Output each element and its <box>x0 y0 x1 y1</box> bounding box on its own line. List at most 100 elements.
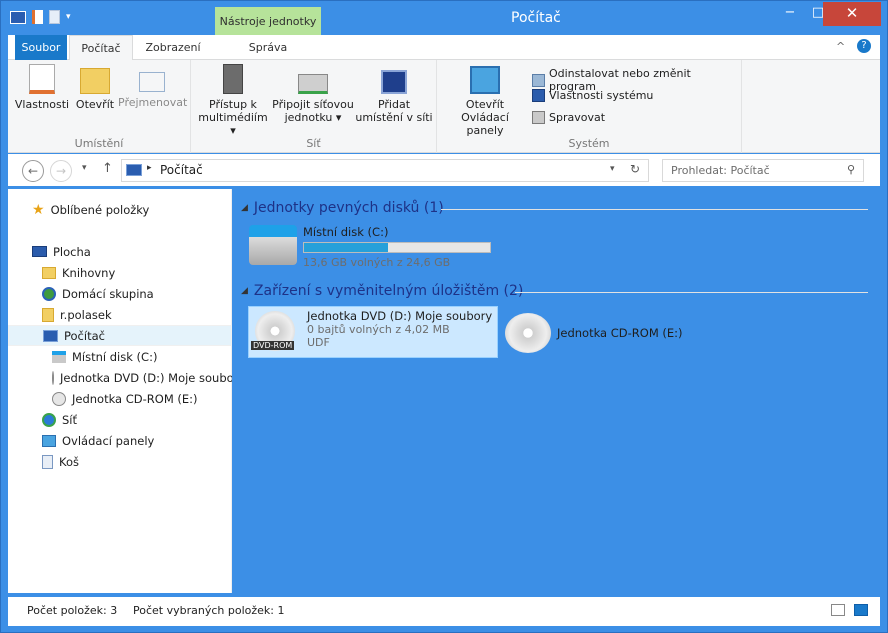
drive-name: Jednotka CD-ROM (E:) <box>557 326 683 340</box>
control-panel-button[interactable]: Otevřít Ovládací panely <box>441 64 529 137</box>
drive-item-cdrom[interactable]: Jednotka CD-ROM (E:) <box>505 311 705 355</box>
up-button[interactable]: ↑ <box>102 161 113 176</box>
selected-count: Počet vybraných položek: 1 <box>133 604 285 617</box>
network-drive-icon <box>298 74 328 94</box>
collapse-ribbon-icon[interactable]: ^ <box>836 40 845 53</box>
rename-icon <box>139 72 165 92</box>
nav-dvd[interactable]: Jednotka DVD (D:) Moje soubory <box>8 367 232 388</box>
control-panel-icon <box>470 66 500 94</box>
drive-name: Jednotka DVD (D:) Moje soubory <box>307 309 493 323</box>
libraries-icon <box>42 266 56 279</box>
window-title: Počítač <box>511 10 561 26</box>
windows-drive-icon <box>52 350 66 363</box>
nav-desktop[interactable]: Plocha <box>8 241 232 262</box>
dvd-drive-icon <box>52 370 54 385</box>
properties-icon[interactable] <box>32 10 43 24</box>
group-header-removable[interactable]: ◢ Zařízení s vyměnitelným úložištěm (2) <box>241 283 523 299</box>
new-folder-icon[interactable] <box>49 10 60 24</box>
system-properties-button[interactable]: Vlastnosti systému <box>532 89 653 102</box>
group-divider <box>441 209 868 210</box>
programs-icon <box>532 73 545 87</box>
title-bar: ▾ Nástroje jednotky Počítač − □ ✕ <box>1 1 887 35</box>
item-count: Počet položek: 3 <box>27 604 118 617</box>
quick-access-toolbar: ▾ <box>10 10 71 24</box>
help-icon[interactable]: ? <box>857 39 871 53</box>
ribbon: Vlastnosti Otevřít Přejmenovat Umístění … <box>8 60 880 153</box>
minimize-button[interactable]: − <box>776 5 804 25</box>
tab-file[interactable]: Soubor <box>15 35 67 60</box>
tab-computer[interactable]: Počítač <box>69 35 133 61</box>
drive-name: Místní disk (C:) <box>303 225 389 239</box>
drive-item-dvd[interactable]: DVD-ROM Jednotka DVD (D:) Moje soubory 0… <box>248 306 498 358</box>
collapse-group-icon[interactable]: ◢ <box>241 203 248 213</box>
nav-network[interactable]: Síť <box>8 409 232 430</box>
group-label-system: Systém <box>568 137 610 150</box>
computer-icon[interactable] <box>10 10 26 24</box>
star-icon: ★ <box>32 201 45 218</box>
collapse-group-icon[interactable]: ◢ <box>241 286 248 296</box>
content-pane: ◢ Jednotky pevných disků (1) Místní disk… <box>233 189 880 593</box>
recycle-bin-icon <box>42 454 53 469</box>
breadcrumb-separator-icon: ▸ <box>147 163 152 173</box>
large-icons-view-icon[interactable] <box>854 604 868 616</box>
cdrom-drive-icon <box>505 313 551 353</box>
properties-icon <box>29 64 55 94</box>
group-label-network: Síť <box>306 137 321 150</box>
drive-item-c[interactable]: Místní disk (C:) 13,6 GB volných z 24,6 … <box>249 225 509 273</box>
manage-icon <box>532 111 545 124</box>
map-drive-button[interactable]: Připojit síťovou jednotku ▾ <box>271 64 355 124</box>
drive-free-space: 13,6 GB volných z 24,6 GB <box>303 256 451 269</box>
nav-homegroup[interactable]: Domácí skupina <box>8 283 232 304</box>
nav-control-panel[interactable]: Ovládací panely <box>8 430 232 451</box>
media-access-button[interactable]: Přístup k multimédiím ▾ <box>194 64 272 137</box>
group-header-hdd[interactable]: ◢ Jednotky pevných disků (1) <box>241 200 444 216</box>
search-icon[interactable]: ⚲ <box>847 163 855 176</box>
nav-cdrom[interactable]: Jednotka CD-ROM (E:) <box>8 388 232 409</box>
refresh-icon[interactable]: ↻ <box>630 162 640 176</box>
navigation-pane: ★ Oblíbené položky Plocha Knihovny Domác… <box>8 189 232 593</box>
drive-filesystem: UDF <box>307 336 330 349</box>
nav-libraries[interactable]: Knihovny <box>8 262 232 283</box>
cdrom-drive-icon <box>52 391 66 406</box>
explorer-window: ▾ Nástroje jednotky Počítač − □ ✕ Soubor… <box>0 0 888 633</box>
nav-disk-c[interactable]: Místní disk (C:) <box>8 346 232 367</box>
details-view-icon[interactable] <box>831 604 845 616</box>
nav-computer[interactable]: Počítač <box>8 325 232 346</box>
group-divider <box>515 292 868 293</box>
folder-open-icon <box>80 68 110 94</box>
homegroup-icon <box>42 286 56 301</box>
breadcrumb-computer[interactable]: Počítač <box>160 163 203 177</box>
nav-favorites[interactable]: ★ Oblíbené položky <box>8 199 232 220</box>
search-input[interactable]: Prohledat: Počítač ⚲ <box>662 159 864 182</box>
group-label-location: Umístění <box>74 137 124 150</box>
address-dropdown-icon[interactable]: ▾ <box>610 164 615 174</box>
tab-view[interactable]: Zobrazení <box>136 35 210 60</box>
chevron-down-icon[interactable]: ▾ <box>66 12 71 22</box>
media-server-icon <box>223 64 243 94</box>
recent-locations-chevron-icon[interactable]: ▾ <box>82 163 87 173</box>
add-network-location-button[interactable]: Přidat umístění v síti <box>355 64 433 124</box>
dvd-drive-icon: DVD-ROM <box>251 309 301 355</box>
computer-icon <box>126 164 142 176</box>
chevron-down-icon: ▾ <box>332 111 342 124</box>
properties-button[interactable]: Vlastnosti <box>12 64 72 111</box>
manage-button[interactable]: Spravovat <box>532 111 605 124</box>
forward-button[interactable]: → <box>50 160 72 182</box>
back-button[interactable]: ← <box>22 160 44 182</box>
address-box[interactable]: ▸ Počítač ▾ ↻ <box>121 159 649 182</box>
windows-drive-icon <box>249 225 297 265</box>
ribbon-group-network: Přístup k multimédiím ▾ Připojit síťovou… <box>191 60 437 153</box>
capacity-fill <box>304 243 388 252</box>
network-location-icon <box>381 70 407 94</box>
control-panel-icon <box>42 434 56 447</box>
tab-manage[interactable]: Správa <box>215 35 321 60</box>
close-button[interactable]: ✕ <box>823 2 881 26</box>
capacity-bar <box>303 242 491 253</box>
nav-user[interactable]: r.polasek <box>8 304 232 325</box>
drive-free-space: 0 bajtů volných z 4,02 MB <box>307 323 450 336</box>
nav-trash[interactable]: Koš <box>8 451 232 472</box>
ribbon-group-location: Vlastnosti Otevřít Přejmenovat Umístění <box>8 60 191 153</box>
dvd-rom-badge: DVD-ROM <box>251 341 295 350</box>
rename-button[interactable]: Přejmenovat <box>118 64 187 109</box>
open-button[interactable]: Otevřít <box>72 64 118 111</box>
